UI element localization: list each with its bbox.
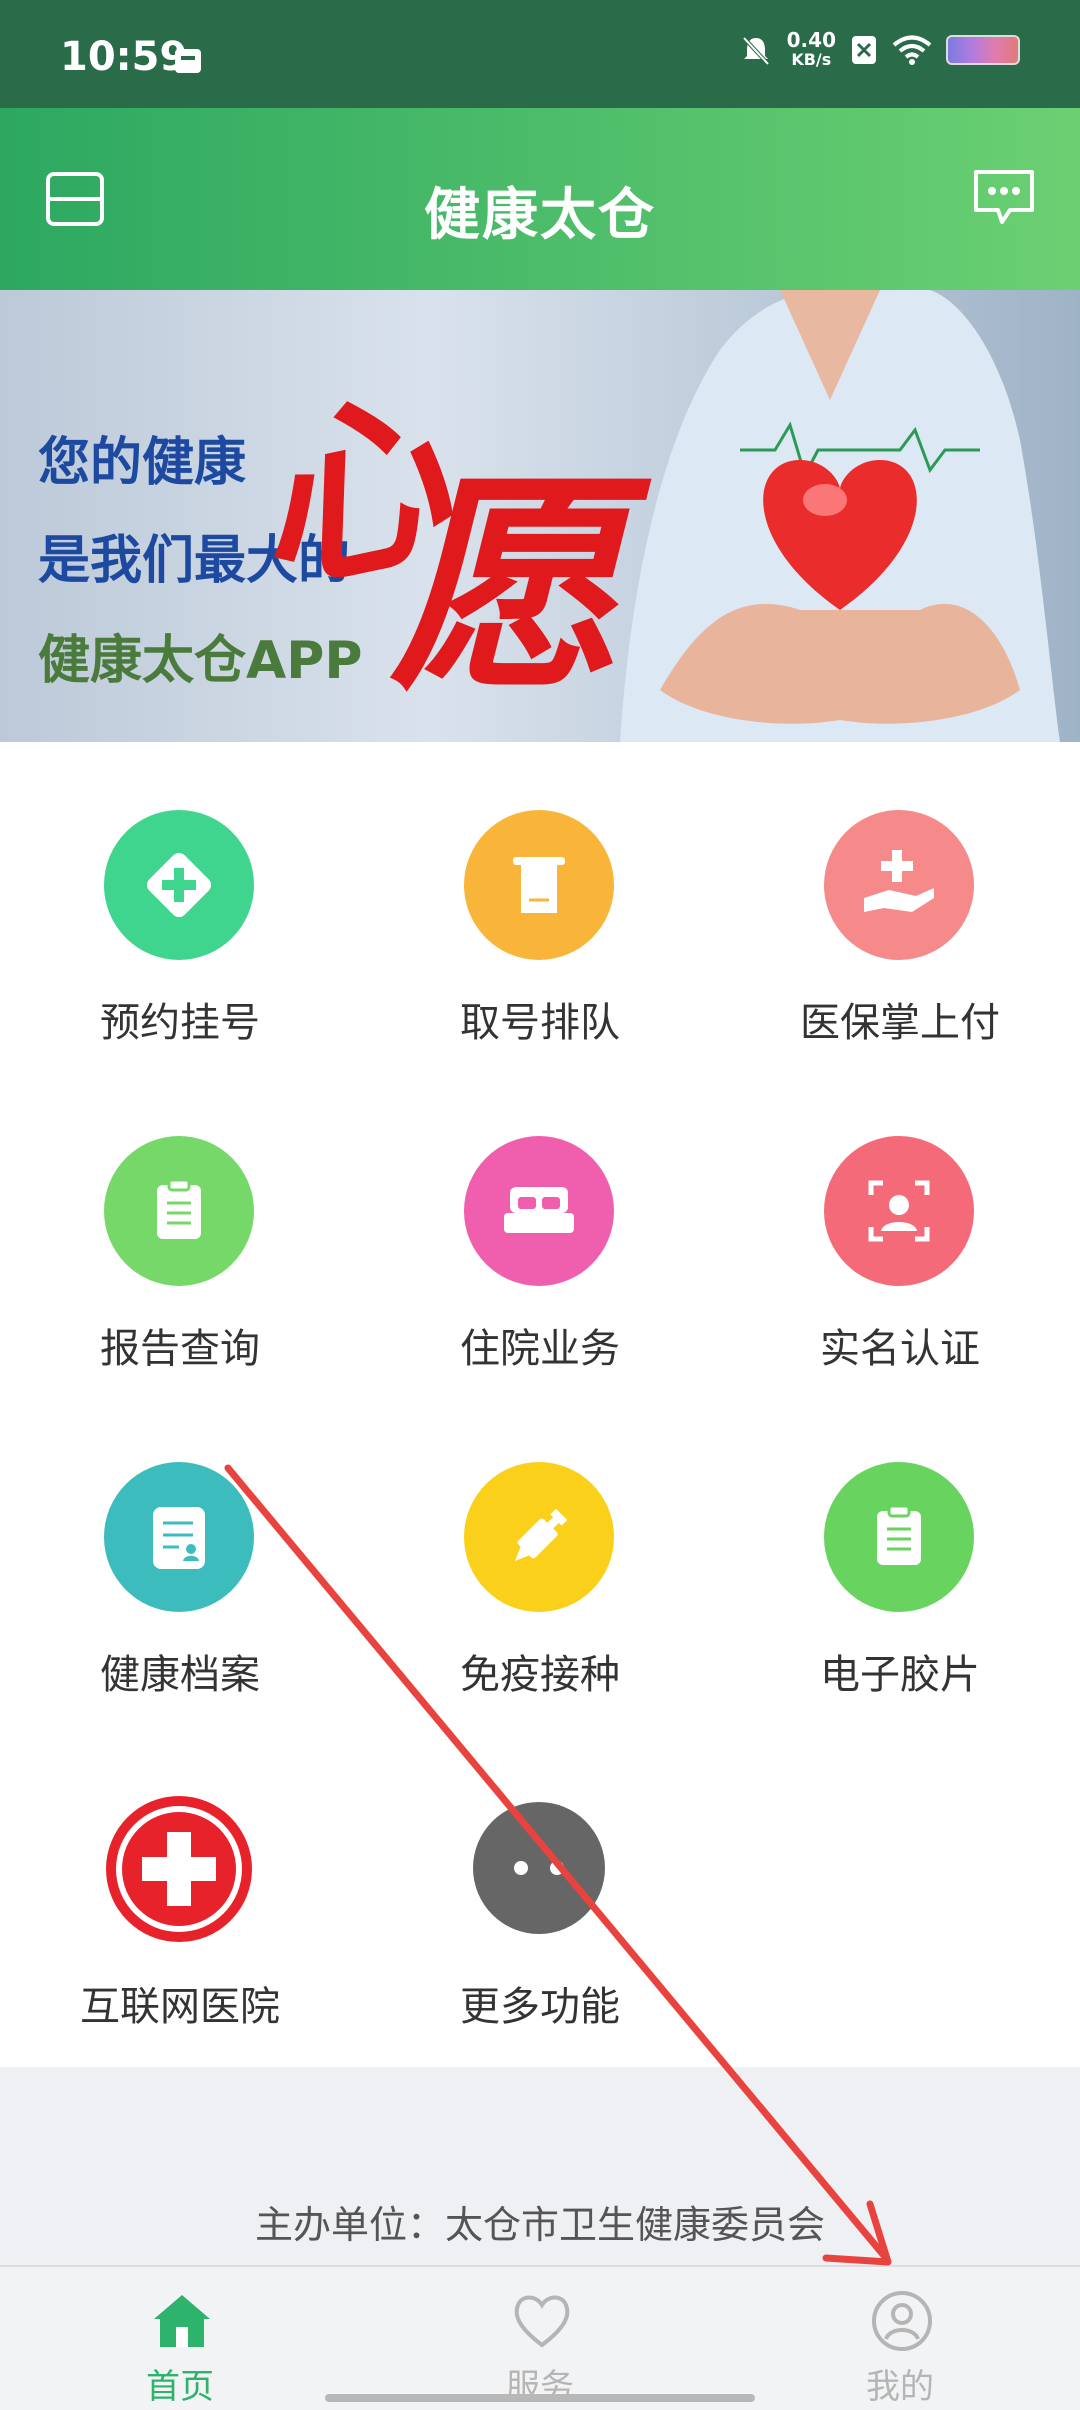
tab-home-label: 首页 <box>146 2367 214 2407</box>
app-header: 健康太仓 <box>0 108 1080 290</box>
insurance-pay-icon <box>824 810 974 960</box>
grid-item-internet-hospital[interactable]: 互联网医院 <box>0 1726 360 2030</box>
grid-item-registration[interactable]: 预约挂号 <box>0 742 360 1046</box>
vaccine-icon <box>464 1462 614 1612</box>
heart-hands-illustration <box>620 290 1060 742</box>
grid-item-label: 医保掌上付 <box>800 1000 1000 1046</box>
speed-value: 0.40 <box>786 28 836 52</box>
real-name-icon <box>824 1136 974 1286</box>
report-icon <box>104 1136 254 1286</box>
health-record-icon <box>104 1462 254 1612</box>
grid-item-e-film[interactable]: 电子胶片 <box>720 1394 1080 1698</box>
more-icon <box>473 1802 605 1934</box>
heart-icon <box>514 2295 570 2348</box>
grid-item-label: 更多功能 <box>460 1984 620 2030</box>
banner-line-3: 健康太仓APP <box>38 631 363 691</box>
grid-item-label: 实名认证 <box>820 1326 980 1372</box>
grid-item-label: 电子胶片 <box>820 1652 980 1698</box>
grid-item-label: 互联网医院 <box>80 1984 280 2030</box>
status-time: 10:59 <box>60 34 188 80</box>
grid-item-label: 预约挂号 <box>100 1000 260 1046</box>
tab-home[interactable]: 首页 <box>0 2267 360 2410</box>
banner-calligraphy-yuan: 愿 <box>390 451 620 721</box>
registration-icon <box>104 810 254 960</box>
network-speed: 0.40 KB/s <box>787 30 836 70</box>
ticket-queue-icon <box>464 810 614 960</box>
wifi-icon <box>892 35 932 65</box>
tab-mine[interactable]: 我的 <box>720 2267 1080 2410</box>
bottom-tab-bar: 首页 服务 我的 <box>0 2265 1080 2410</box>
promo-banner[interactable]: 您的健康 是我们最大的 健康太仓APP 心 愿 <box>0 290 1080 742</box>
hospital-bed-icon <box>464 1136 614 1286</box>
grid-item-label: 报告查询 <box>100 1326 260 1372</box>
grid-item-label: 取号排队 <box>460 1000 620 1046</box>
status-icons: 0.40 KB/s <box>739 30 1020 70</box>
tab-mine-label: 我的 <box>866 2367 934 2407</box>
notification-icon <box>175 49 201 73</box>
grid-item-label: 健康档案 <box>100 1652 260 1698</box>
e-film-icon <box>824 1462 974 1612</box>
function-grid: 预约挂号 取号排队 医保掌上付 报告查询 住院业务 实名认证 健康档案 免疫接种… <box>0 742 1080 2067</box>
grid-item-more[interactable]: 更多功能 <box>360 1726 720 2030</box>
status-bar: 10:59 0.40 KB/s <box>0 0 1080 108</box>
internet-hospital-icon <box>104 1794 254 1944</box>
grid-item-label: 住院业务 <box>460 1326 620 1372</box>
sponsor-text: 主办单位：太仓市卫生健康委员会 <box>254 2203 825 2247</box>
battery-icon <box>946 35 1020 65</box>
tab-service[interactable]: 服务 <box>360 2267 720 2410</box>
grid-item-vaccine[interactable]: 免疫接种 <box>360 1394 720 1698</box>
grid-item-real-name[interactable]: 实名认证 <box>720 1068 1080 1372</box>
banner-line-1: 您的健康 <box>38 433 247 493</box>
message-icon[interactable] <box>972 166 1036 228</box>
home-icon <box>154 2295 210 2347</box>
grid-item-inpatient[interactable]: 住院业务 <box>360 1068 720 1372</box>
grid-item-insurance-pay[interactable]: 医保掌上付 <box>720 742 1080 1046</box>
sim-off-icon <box>852 36 876 64</box>
home-indicator[interactable] <box>325 2394 755 2402</box>
grid-item-report[interactable]: 报告查询 <box>0 1068 360 1372</box>
mute-bell-icon <box>742 36 770 66</box>
page-title: 健康太仓 <box>424 183 656 248</box>
grid-item-queue[interactable]: 取号排队 <box>360 742 720 1046</box>
grid-item-label: 免疫接种 <box>460 1652 620 1698</box>
speed-unit: KB/s <box>791 50 832 69</box>
grid-item-health-record[interactable]: 健康档案 <box>0 1394 360 1698</box>
user-icon <box>872 2291 932 2351</box>
